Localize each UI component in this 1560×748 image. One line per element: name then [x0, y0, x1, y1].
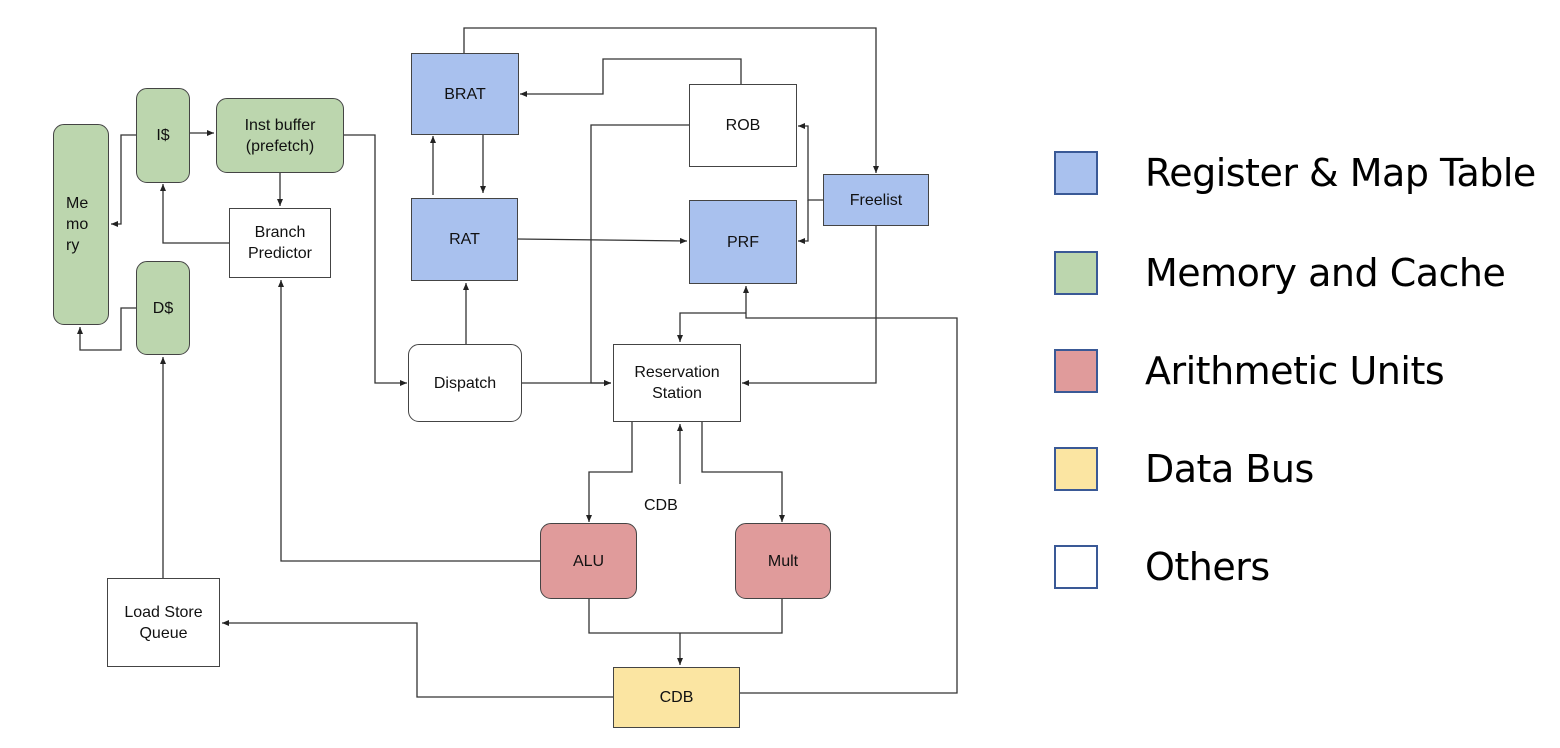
edge-icache-memory [111, 134, 136, 227]
alu-node: ALU [540, 523, 637, 599]
cdb-node: CDB [613, 667, 740, 728]
icache-node: I$ [136, 88, 190, 183]
legend-item-data-bus: Data Bus [1054, 446, 1314, 492]
rob-node: ROB [689, 84, 797, 167]
mult-node: Mult [735, 523, 831, 599]
freelist-node: Freelist [823, 174, 929, 226]
legend-swatch-white [1054, 545, 1098, 589]
legend-swatch-green [1054, 251, 1098, 295]
edge-cdb-prf [740, 286, 958, 694]
edge-cdb-lsq [222, 620, 613, 698]
rat-node: RAT [411, 198, 518, 281]
brat-node: BRAT [411, 53, 519, 135]
legend-item-register-map-table: Register & Map Table [1054, 150, 1536, 196]
legend-swatch-red [1054, 349, 1098, 393]
legend-swatch-blue [1054, 151, 1098, 195]
edge-brat-freelist [463, 27, 879, 173]
cdb-edge-label: CDB [644, 497, 678, 514]
branch-predictor-node: Branch Predictor [229, 208, 331, 278]
legend-label: Others [1145, 545, 1270, 589]
legend-item-arithmetic-units: Arithmetic Units [1054, 348, 1445, 394]
legend-label: Data Bus [1145, 447, 1314, 491]
edge-cdb-rs [677, 312, 746, 342]
inst-buffer-node: Inst buffer (prefetch) [216, 98, 344, 173]
legend-label: Memory and Cache [1145, 251, 1506, 295]
prf-node: PRF [689, 200, 797, 284]
edge-instbuffer-dispatch [344, 134, 407, 386]
legend-item-memory-cache: Memory and Cache [1054, 250, 1506, 296]
memory-node: Me mo ry [53, 124, 109, 325]
reservation-station-node: Reservation Station [613, 344, 741, 422]
load-store-queue-node: Load Store Queue [107, 578, 220, 667]
edge-rat-prf [516, 237, 688, 244]
legend-label: Arithmetic Units [1145, 349, 1445, 393]
dcache-node: D$ [136, 261, 190, 355]
dispatch-node: Dispatch [408, 344, 522, 422]
edge-freelist-rob [798, 123, 823, 201]
legend-swatch-yellow [1054, 447, 1098, 491]
edge-branchpredictor-icache [160, 184, 229, 244]
legend-item-others: Others [1054, 544, 1270, 590]
edge-rs-mult [701, 422, 785, 522]
edge-alu-cdb [588, 598, 783, 634]
edge-rs-alu [586, 422, 633, 522]
edge-freelist-prf [798, 200, 809, 244]
legend-label: Register & Map Table [1145, 151, 1536, 195]
